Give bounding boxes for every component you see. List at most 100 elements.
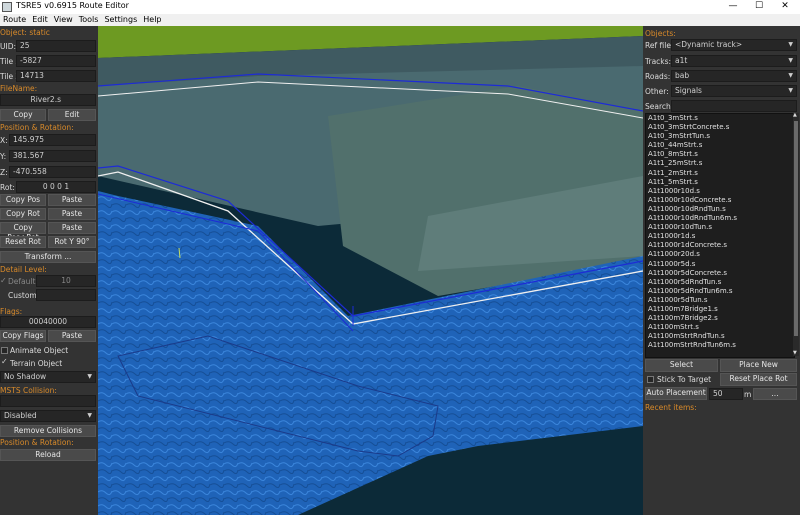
transform-button[interactable]: Transform ... bbox=[0, 251, 96, 263]
x-field[interactable]: 145.975 bbox=[9, 134, 96, 146]
rot-y90-button[interactable]: Rot Y 90° bbox=[48, 236, 96, 248]
scroll-up-icon[interactable]: ▲ bbox=[793, 112, 797, 118]
list-item[interactable]: A1t1000r10dConcrete.s bbox=[646, 196, 794, 205]
auto-placement-distance-field[interactable]: 50 bbox=[709, 388, 743, 400]
ref-file-dropdown[interactable]: <Dynamic track> ▼ bbox=[671, 39, 797, 51]
menu-tools[interactable]: Tools bbox=[76, 14, 102, 26]
copy-filename-button[interactable]: Copy bbox=[0, 109, 46, 121]
list-item[interactable]: A1t0_44mStrt.s bbox=[646, 141, 794, 150]
list-item[interactable]: A1t100m7Bridge2.s bbox=[646, 314, 794, 323]
list-item[interactable]: A1t1000r1dConcrete.s bbox=[646, 241, 794, 250]
menu-route[interactable]: Route bbox=[0, 14, 29, 26]
recent-items-label: Recent items: bbox=[645, 403, 697, 412]
uid-label: UID: bbox=[0, 42, 17, 51]
tile-z-field[interactable]: 14713 bbox=[16, 70, 96, 82]
list-item[interactable]: A1t100mStrtRndTun6m.s bbox=[646, 341, 794, 350]
detail-level-field[interactable]: 10 bbox=[36, 275, 96, 287]
default-radio-label[interactable]: Default bbox=[8, 277, 35, 286]
z-field[interactable]: -470.558 bbox=[9, 166, 96, 178]
list-item[interactable]: A1t1000r10d.s bbox=[646, 187, 794, 196]
list-item[interactable]: A1t1_5mStrt.s bbox=[646, 178, 794, 187]
place-new-button[interactable]: Place New bbox=[720, 359, 797, 372]
copy-rot-button[interactable]: Copy Rot bbox=[0, 208, 46, 220]
paste-rot-button[interactable]: Paste bbox=[48, 208, 96, 220]
position-rotation-label: Position & Rotation: bbox=[0, 123, 74, 132]
other-dropdown[interactable]: Signals ▼ bbox=[671, 85, 797, 97]
list-item[interactable]: A1t1000r5d.s bbox=[646, 260, 794, 269]
menu-settings[interactable]: Settings bbox=[101, 14, 140, 26]
more-button[interactable]: ... bbox=[753, 388, 797, 400]
ref-file-label: Ref file: bbox=[645, 41, 674, 50]
filename-label: FileName: bbox=[0, 84, 38, 93]
msts-collision-field[interactable] bbox=[0, 395, 96, 407]
uid-field[interactable]: 25 bbox=[16, 40, 96, 52]
maximize-button[interactable]: ☐ bbox=[746, 0, 772, 14]
list-item[interactable]: A1t1000r20d.s bbox=[646, 250, 794, 259]
tracks-dropdown[interactable]: a1t ▼ bbox=[671, 55, 797, 67]
chevron-down-icon: ▼ bbox=[788, 57, 793, 64]
scroll-down-icon[interactable]: ▼ bbox=[793, 350, 797, 356]
list-item[interactable]: A1t1_2mStrt.s bbox=[646, 169, 794, 178]
list-item[interactable]: A1t100mStrt.s bbox=[646, 323, 794, 332]
window-title: TSRE5 v0.6915 Route Editor bbox=[16, 1, 129, 10]
close-button[interactable]: ✕ bbox=[772, 0, 798, 14]
y-label: Y: bbox=[0, 152, 7, 161]
list-item[interactable]: A1t100mStrtRndTun.s bbox=[646, 332, 794, 341]
list-item[interactable]: A1t0_3mStrt.s bbox=[646, 114, 794, 123]
list-item[interactable]: A1t0_3mStrtConcrete.s bbox=[646, 123, 794, 132]
list-item[interactable]: A1t1000r1d.s bbox=[646, 232, 794, 241]
shadow-value: No Shadow bbox=[4, 372, 47, 381]
list-item[interactable]: A1t1000r10dRndTun.s bbox=[646, 205, 794, 214]
reload-button[interactable]: Reload bbox=[0, 449, 96, 461]
reset-place-rot-button[interactable]: Reset Place Rot bbox=[720, 373, 797, 386]
paste-pos-button[interactable]: Paste bbox=[48, 194, 96, 206]
list-item[interactable]: A1t1_25mStrt.s bbox=[646, 159, 794, 168]
custom-detail-field[interactable] bbox=[36, 289, 96, 301]
stick-to-target-checkbox[interactable] bbox=[647, 376, 654, 383]
shadow-dropdown[interactable]: No Shadow ▼ bbox=[0, 371, 96, 383]
object-list[interactable]: A1t0_3mStrt.s A1t0_3mStrtConcrete.s A1t0… bbox=[645, 113, 795, 358]
auto-placement-button[interactable]: Auto Placement bbox=[645, 387, 707, 400]
custom-radio-label[interactable]: Custom bbox=[8, 291, 37, 300]
reset-rot-button[interactable]: Reset Rot bbox=[0, 236, 46, 248]
object-type-label: Object: static bbox=[0, 28, 50, 37]
list-item[interactable]: A1t1000r5dRndTun6m.s bbox=[646, 287, 794, 296]
list-item[interactable]: A1t0_3mStrtTun.s bbox=[646, 132, 794, 141]
3d-viewport[interactable] bbox=[98, 26, 643, 515]
edit-button[interactable]: Edit bbox=[48, 109, 96, 121]
select-button[interactable]: Select bbox=[645, 359, 718, 372]
menu-help[interactable]: Help bbox=[140, 14, 164, 26]
list-item[interactable]: A1t0_8mStrt.s bbox=[646, 150, 794, 159]
paste-flags-button[interactable]: Paste bbox=[48, 330, 96, 342]
menu-view[interactable]: View bbox=[51, 14, 76, 26]
rot-field[interactable]: 0 0 0 1 bbox=[16, 181, 96, 193]
list-item[interactable]: A1t1000r10dTun.s bbox=[646, 223, 794, 232]
animate-object-checkbox[interactable] bbox=[1, 347, 8, 354]
list-scrollbar[interactable]: ▲ ▼ bbox=[793, 112, 799, 356]
filename-field[interactable]: River2.s bbox=[0, 94, 96, 106]
paste-pos-rot-button[interactable]: Paste bbox=[48, 222, 96, 234]
flags-field[interactable]: 00040000 bbox=[0, 316, 96, 328]
list-item[interactable]: A1t100m7Bridge1.s bbox=[646, 305, 794, 314]
chevron-down-icon: ▼ bbox=[788, 87, 793, 94]
copy-pos-button[interactable]: Copy Pos bbox=[0, 194, 46, 206]
copy-flags-button[interactable]: Copy Flags bbox=[0, 330, 46, 342]
roads-dropdown[interactable]: bab ▼ bbox=[671, 70, 797, 82]
list-item[interactable]: A1t1000r5dTun.s bbox=[646, 296, 794, 305]
collision-dropdown[interactable]: Disabled ▼ bbox=[0, 410, 96, 422]
scrollbar-thumb[interactable] bbox=[794, 121, 798, 336]
list-item[interactable]: A1t1000r10dRndTun6m.s bbox=[646, 214, 794, 223]
chevron-down-icon: ▼ bbox=[788, 41, 793, 48]
list-item[interactable]: A1t1000r5dRndTun.s bbox=[646, 278, 794, 287]
copy-pos-rot-button[interactable]: Copy Pos+Rot bbox=[0, 222, 46, 242]
title-bar: TSRE5 v0.6915 Route Editor — ☐ ✕ bbox=[0, 0, 800, 14]
list-item[interactable]: A1t1000r5dConcrete.s bbox=[646, 269, 794, 278]
tile-x-field[interactable]: -5827 bbox=[16, 55, 96, 67]
menu-edit[interactable]: Edit bbox=[29, 14, 51, 26]
minimize-button[interactable]: — bbox=[720, 0, 746, 14]
remove-collisions-button[interactable]: Remove Collisions bbox=[0, 425, 96, 437]
search-label: Search: bbox=[645, 102, 674, 111]
y-field[interactable]: 381.567 bbox=[9, 150, 96, 162]
search-input[interactable] bbox=[671, 100, 797, 112]
terrain-object-check-icon[interactable]: ✓ bbox=[1, 357, 8, 366]
